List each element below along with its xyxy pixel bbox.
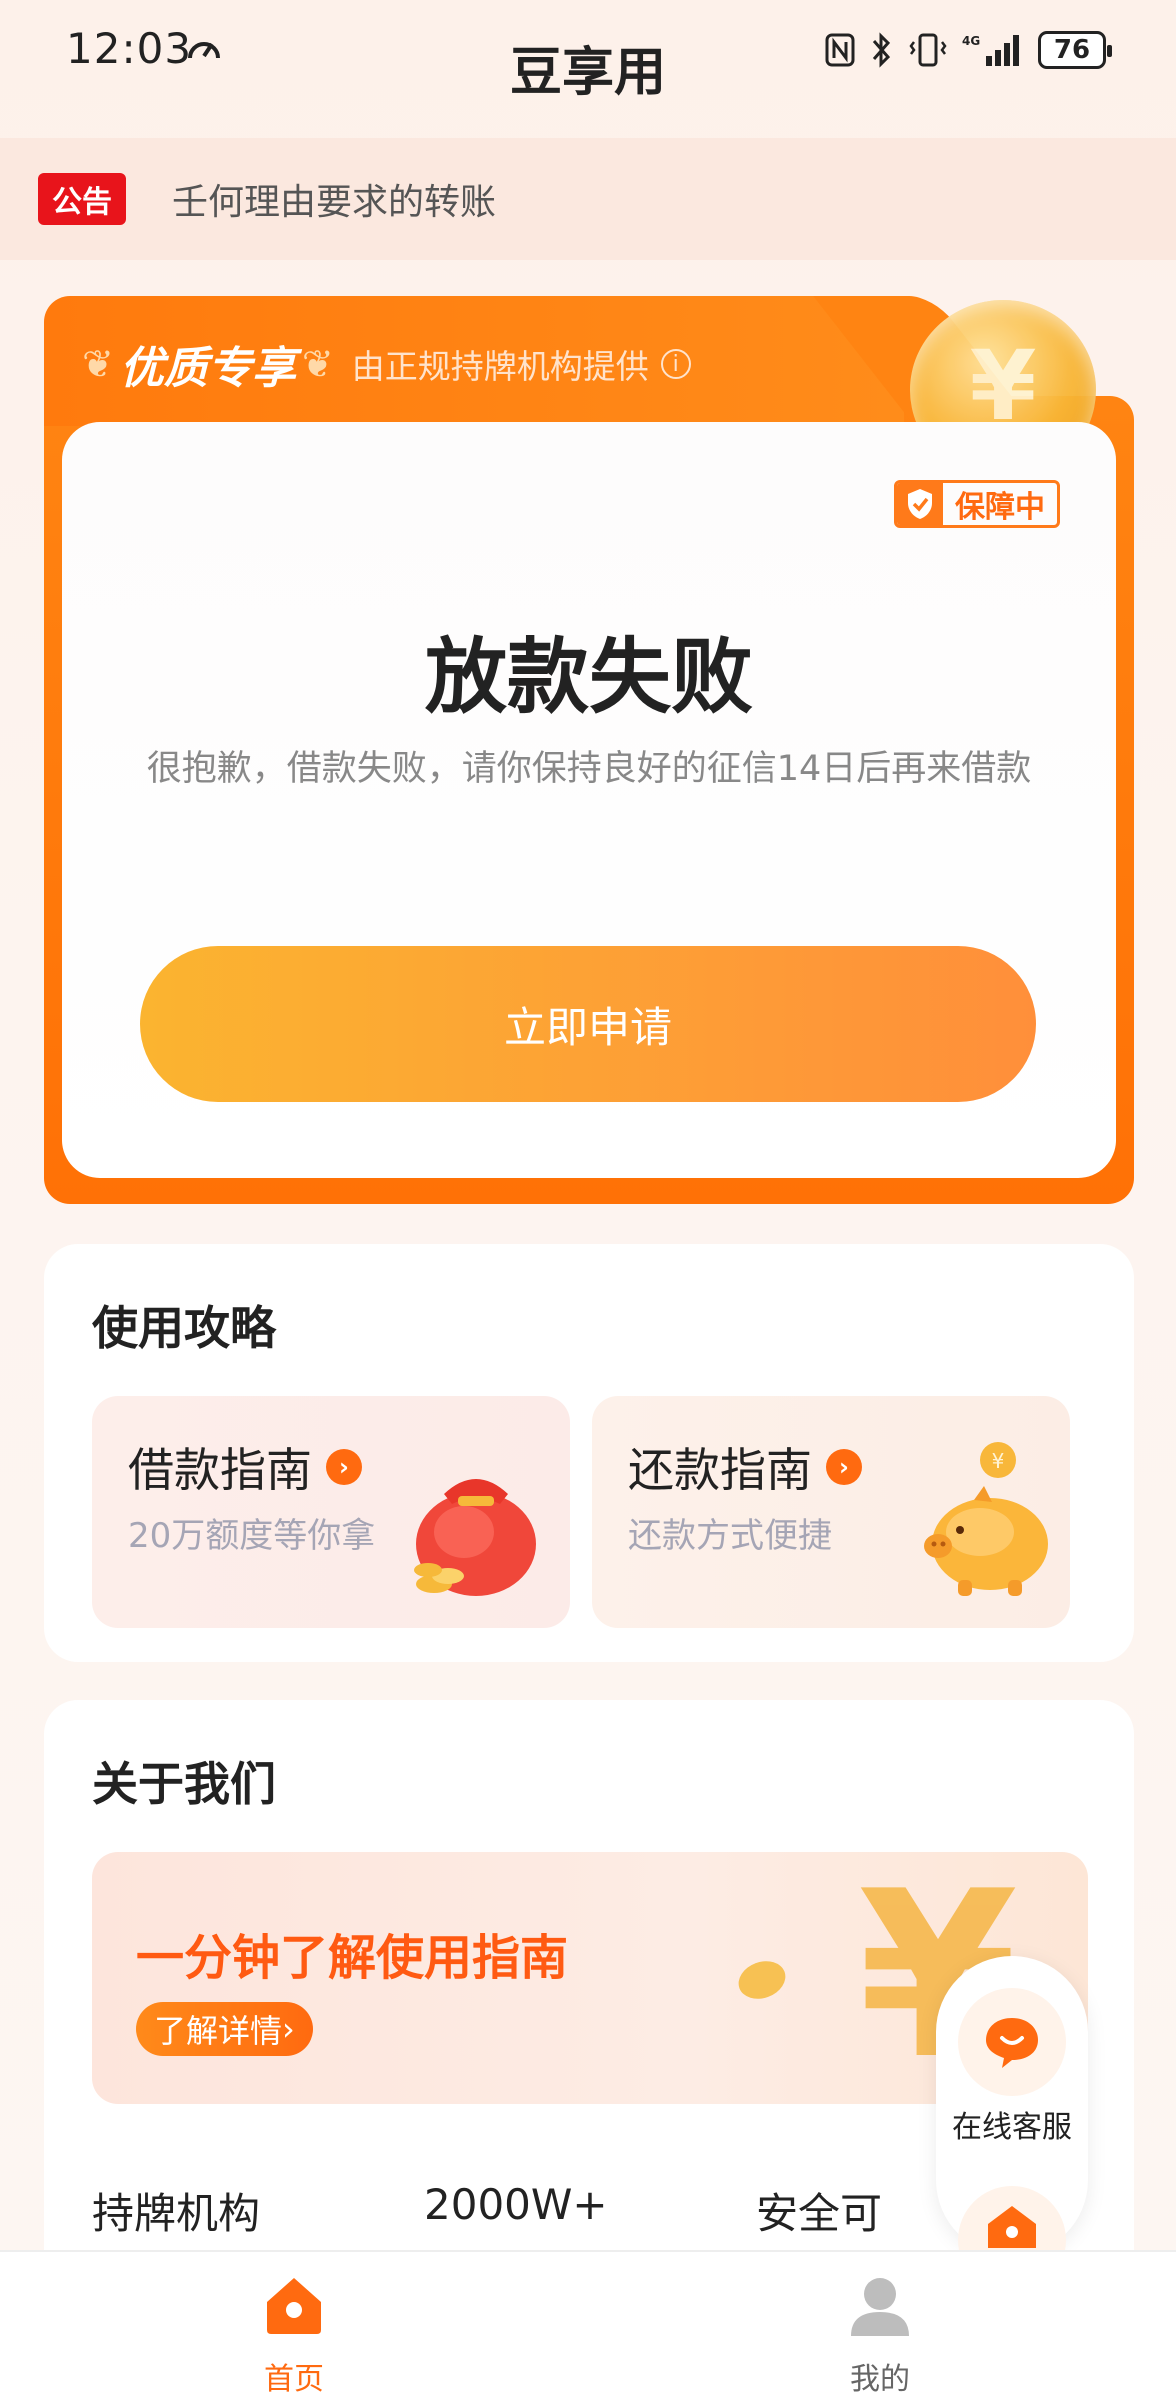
chat-bubble-icon — [986, 2018, 1038, 2068]
repay-guide-title: 还款指南 › — [628, 1434, 862, 1500]
user-icon — [851, 2278, 909, 2336]
repay-guide-card[interactable]: 还款指南 › 还款方式便捷 ¥ — [592, 1396, 1070, 1628]
bottom-tab-bar: 首页 我的 — [0, 2250, 1176, 2400]
repay-guide-desc: 还款方式便捷 — [628, 1516, 832, 1556]
notice-tag: 公告 — [38, 173, 126, 225]
section-title-guide: 使用攻略 — [92, 1301, 276, 1355]
signal-icon: 4G — [962, 34, 1019, 66]
bluetooth-icon — [872, 32, 891, 68]
home-icon — [267, 2278, 321, 2334]
coin-icon — [733, 1954, 791, 2006]
loan-guide-card[interactable]: 借款指南 › 20万额度等你拿 — [92, 1396, 570, 1628]
loan-status-card: 保障中 放款失败 很抱歉，借款失败，请你保持良好的征信14日后再来借款 立即申请 — [62, 422, 1116, 1178]
customer-service-label: 在线客服 — [952, 2110, 1072, 2145]
red-envelope-bag-icon — [414, 1479, 536, 1596]
status-bar: 12:03 豆享用 4G 76 — [0, 0, 1176, 110]
laurel-left-icon: ❦ — [82, 342, 114, 386]
notice-bar[interactable]: 公告 壬何理由要求的转账 — [0, 138, 1176, 260]
section-title-about: 关于我们 — [92, 1757, 276, 1811]
chevron-right-icon: › — [282, 2010, 295, 2048]
guarantee-badge: 保障中 — [894, 480, 1060, 528]
svg-text:¥: ¥ — [992, 1449, 1005, 1473]
apply-now-button[interactable]: 立即申请 — [140, 946, 1036, 1102]
learn-more-button[interactable]: 了解详情 › — [136, 2002, 313, 2056]
learn-more-label: 了解详情 — [154, 2012, 283, 2050]
loan-guide-desc: 20万额度等你拿 — [128, 1516, 376, 1556]
vibrate-icon — [909, 33, 947, 67]
promo-card: ¥ ❦ 优质专享 ❦ 由正规持牌机构提供 i 保障中 放款失败 很抱歉，借款失败… — [44, 296, 1134, 1204]
promo-badge-title: 优质专享 — [119, 343, 296, 394]
stat-licensed: 持牌机构 — [92, 2189, 261, 2238]
tab-home[interactable]: 首页 — [194, 2270, 394, 2398]
loan-guide-title: 借款指南 › — [128, 1434, 362, 1500]
repay-guide-label: 还款指南 — [628, 1443, 812, 1497]
float-home-wrap — [958, 2186, 1066, 2250]
chevron-right-icon: › — [326, 1449, 362, 1485]
info-icon[interactable]: i — [660, 349, 691, 379]
float-home-button[interactable] — [958, 2186, 1066, 2250]
loan-guide-label: 借款指南 — [128, 1443, 312, 1497]
home-icon — [988, 2206, 1036, 2248]
battery-icon: 76 — [1038, 31, 1112, 69]
piggy-bank-icon: ¥ — [924, 1442, 1048, 1596]
nfc-icon — [825, 33, 855, 67]
shield-check-icon — [897, 483, 943, 525]
notice-text: 壬何理由要求的转账 — [172, 182, 497, 223]
customer-service-button[interactable] — [958, 1988, 1066, 2096]
tab-mine-label: 我的 — [850, 2362, 910, 2397]
banner-title: 一分钟了解使用指南 — [136, 1930, 569, 1986]
tab-home-label: 首页 — [264, 2362, 324, 2397]
chevron-right-icon: › — [826, 1449, 862, 1485]
status-description: 很抱歉，借款失败，请你保持良好的征信14日后再来借款 — [146, 749, 1032, 789]
laurel-right-icon: ❦ — [301, 342, 334, 386]
stat-users: 2000W+ — [424, 2180, 608, 2229]
promo-header: ❦ 优质专享 ❦ 由正规持牌机构提供 i — [82, 332, 691, 396]
promo-subtitle: 由正规持牌机构提供 — [351, 347, 649, 386]
tab-mine[interactable]: 我的 — [780, 2270, 980, 2398]
status-title: 放款失败 — [424, 630, 753, 725]
status-icons: 4G 76 — [824, 30, 1112, 70]
usage-guide-section: 使用攻略 借款指南 › 20万额度等你拿 还款指南 › 还款方式便捷 ¥ — [44, 1244, 1134, 1662]
guarantee-label: 保障中 — [955, 490, 1045, 525]
svg-text:4G: 4G — [962, 34, 980, 48]
